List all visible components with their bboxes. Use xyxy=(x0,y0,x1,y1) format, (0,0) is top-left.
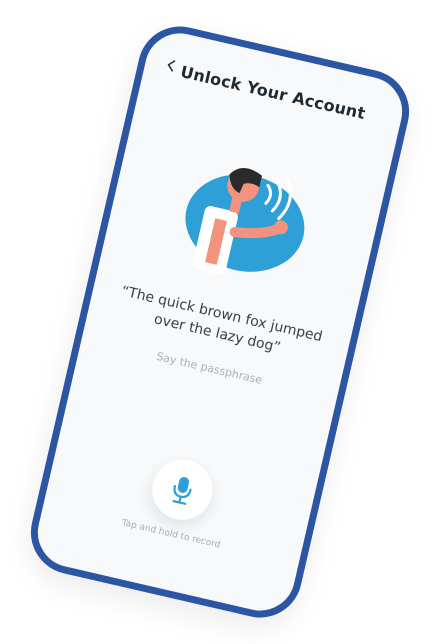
stage: Unlock Your Account “The quick brown fox… xyxy=(0,0,440,644)
microphone-icon xyxy=(172,477,192,505)
phone-frame: Unlock Your Account “The quick brown fox… xyxy=(22,18,418,626)
page-title: Unlock Your Account xyxy=(178,62,368,124)
person-speaking-illustration xyxy=(185,168,305,275)
phone-screen: Unlock Your Account “The quick brown fox… xyxy=(31,27,409,618)
record-button[interactable] xyxy=(146,453,219,526)
